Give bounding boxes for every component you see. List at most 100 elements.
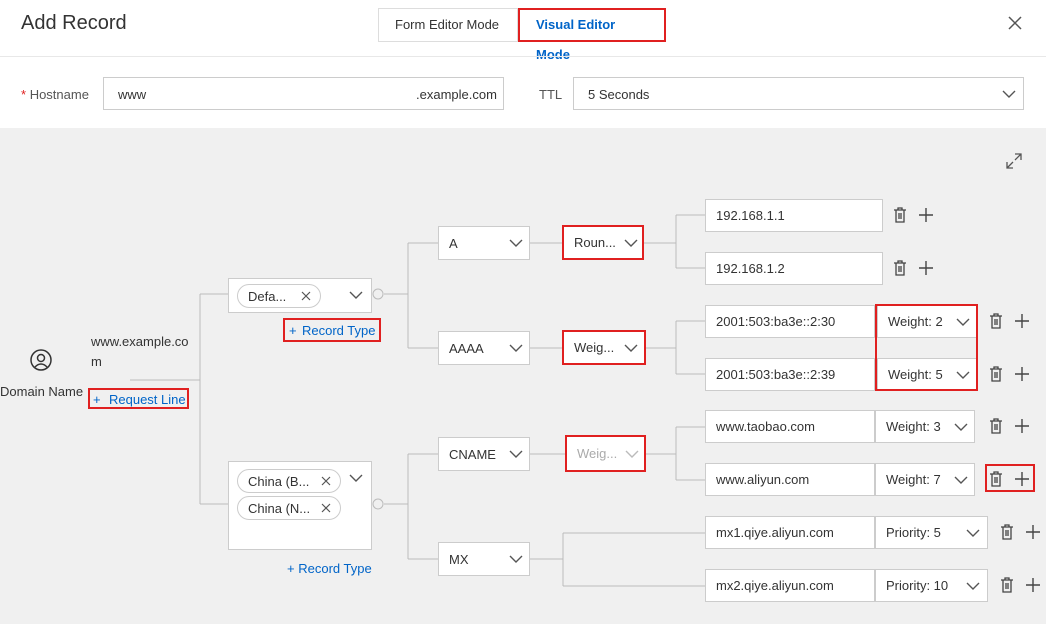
record-type-value: A [449, 235, 458, 251]
chevron-down-icon [954, 476, 968, 484]
priority-value: Priority: 5 [886, 525, 941, 540]
ttl-value: 5 Seconds [588, 87, 650, 102]
add-record-type-button[interactable]: + Record Type [283, 318, 381, 342]
tab-form-editor[interactable]: Form Editor Mode [378, 8, 518, 42]
tag-close-icon[interactable] [301, 291, 311, 301]
domain-name-line1: www.example.co [91, 334, 189, 349]
record-value: 192.168.1.1 [716, 208, 785, 223]
hostname-suffix: .example.com [416, 87, 497, 102]
plus-icon: + [93, 392, 101, 407]
add-record-type-label: Record Type [298, 561, 372, 576]
record-type-value: CNAME [449, 446, 496, 462]
request-line-label: Request Line [109, 392, 186, 407]
trash-icon[interactable] [989, 366, 1003, 382]
tag-close-icon[interactable] [321, 476, 331, 486]
policy-value: Weig... [577, 446, 618, 461]
plus-icon[interactable] [1026, 578, 1040, 592]
trash-icon[interactable] [989, 418, 1003, 434]
plus-icon[interactable] [1015, 472, 1029, 486]
add-record-type-button[interactable]: + Record Type [287, 561, 372, 576]
plus-icon[interactable] [1015, 314, 1029, 328]
line-tag: Defa... [237, 284, 321, 308]
ttl-label: TTL [539, 87, 563, 102]
plus-icon[interactable] [1015, 367, 1029, 381]
trash-icon[interactable] [989, 471, 1003, 487]
hostname-input-value: www [118, 87, 147, 102]
line-group-select[interactable]: China (B... China (N... [228, 461, 372, 550]
chevron-down-icon [625, 450, 639, 458]
weight-value: Weight: 7 [886, 472, 941, 487]
record-value-input[interactable]: 192.168.1.1 [705, 199, 883, 232]
record-type-select[interactable]: MX [438, 542, 530, 576]
plus-icon: + [289, 323, 297, 338]
chevron-down-icon [624, 239, 638, 247]
mode-tabs: Form Editor Mode Visual Editor Mode [378, 8, 666, 62]
record-value-input[interactable]: mx1.qiye.aliyun.com [705, 516, 875, 549]
line-tag: China (N... [237, 496, 341, 520]
ttl-select[interactable]: 5 Seconds [573, 77, 1024, 110]
hostname-field[interactable]: www .example.com [103, 77, 504, 110]
plus-icon[interactable] [1026, 525, 1040, 539]
priority-select[interactable]: Priority: 5 [875, 516, 988, 549]
record-type-value: AAAA [449, 340, 484, 356]
record-value-input[interactable]: www.aliyun.com [705, 463, 875, 496]
record-value: www.taobao.com [716, 419, 815, 434]
trash-icon[interactable] [1000, 524, 1014, 540]
close-icon[interactable] [1006, 14, 1024, 32]
record-type-value: MX [449, 551, 469, 567]
line-tag-label: China (N... [248, 500, 311, 516]
plus-icon[interactable] [1015, 419, 1029, 433]
weight-highlight [875, 304, 978, 391]
trash-icon[interactable] [1000, 577, 1014, 593]
user-circle-icon [30, 349, 52, 371]
chevron-down-icon [349, 291, 363, 299]
chevron-down-icon [954, 423, 968, 431]
tag-close-icon[interactable] [321, 503, 331, 513]
domain-name-line2: m [91, 354, 102, 369]
policy-select-disabled: Weig... [565, 435, 646, 472]
line-group-select[interactable]: Defa... [228, 278, 372, 313]
weight-select[interactable]: Weight: 7 [875, 463, 975, 496]
request-line-button[interactable]: + Request Line [88, 388, 189, 409]
trash-icon[interactable] [989, 313, 1003, 329]
root-label: Domain Name [0, 384, 84, 399]
record-value: mx2.qiye.aliyun.com [716, 578, 834, 593]
record-type-select[interactable]: A [438, 226, 530, 260]
record-value: 192.168.1.2 [716, 261, 785, 276]
record-value: www.aliyun.com [716, 472, 810, 487]
trash-icon[interactable] [893, 207, 907, 223]
record-value-input[interactable]: 2001:503:ba3e::2:39 [705, 358, 875, 391]
line-tag: China (B... [237, 469, 341, 493]
record-type-select[interactable]: AAAA [438, 331, 530, 365]
policy-select[interactable]: Roun... [562, 225, 644, 260]
record-value-input[interactable]: mx2.qiye.aliyun.com [705, 569, 875, 602]
chevron-down-icon [509, 555, 523, 563]
record-value-input[interactable]: 2001:503:ba3e::2:30 [705, 305, 875, 338]
chevron-down-icon [509, 344, 523, 352]
plus-icon[interactable] [919, 208, 933, 222]
record-value: 2001:503:ba3e::2:30 [716, 314, 836, 329]
chevron-down-icon [509, 239, 523, 247]
policy-select[interactable]: Weig... [562, 330, 646, 365]
header-divider [0, 56, 1046, 57]
policy-value: Weig... [574, 340, 615, 355]
expand-icon[interactable] [1006, 153, 1022, 169]
weight-select[interactable]: Weight: 3 [875, 410, 975, 443]
policy-value: Roun... [574, 235, 616, 250]
priority-select[interactable]: Priority: 10 [875, 569, 988, 602]
record-value: mx1.qiye.aliyun.com [716, 525, 834, 540]
priority-value: Priority: 10 [886, 578, 949, 593]
record-value-input[interactable]: 192.168.1.2 [705, 252, 883, 285]
trash-icon[interactable] [893, 260, 907, 276]
hostname-label-group: * Hostname [21, 87, 89, 102]
line-tag-label: Defa... [248, 288, 287, 304]
chevron-down-icon [509, 450, 523, 458]
record-type-select[interactable]: CNAME [438, 437, 530, 471]
dialog-title: Add Record [21, 12, 127, 34]
record-value-input[interactable]: www.taobao.com [705, 410, 875, 443]
chevron-down-icon [1002, 90, 1016, 98]
tab-visual-editor[interactable]: Visual Editor Mode [518, 8, 666, 62]
plus-icon: + [287, 561, 295, 576]
plus-icon[interactable] [919, 261, 933, 275]
chevron-down-icon [966, 529, 980, 537]
